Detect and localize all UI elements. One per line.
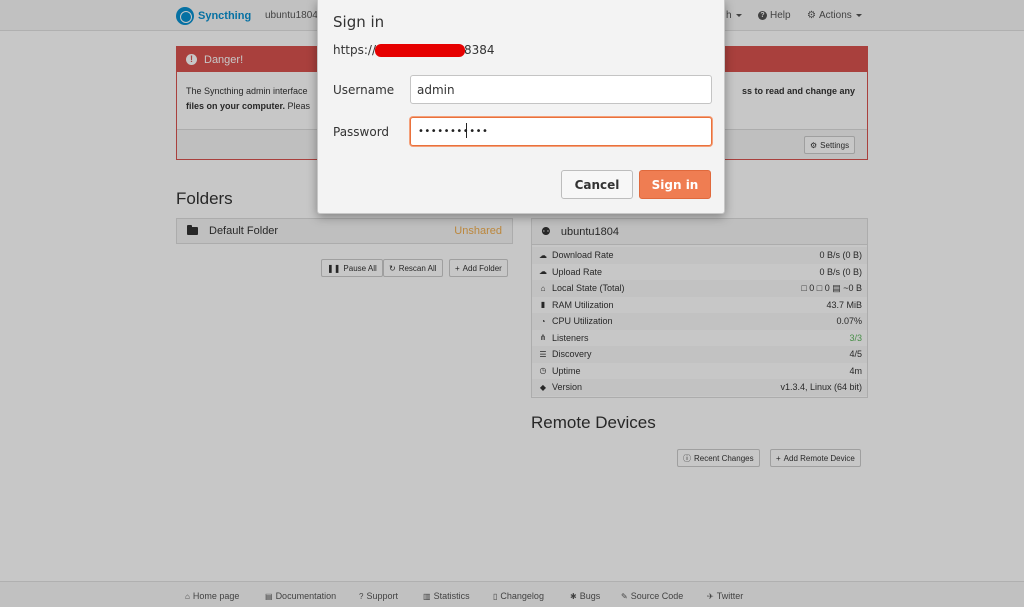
password-label: Password [333,125,390,139]
dialog-title: Sign in [333,13,385,31]
sign-in-button[interactable]: Sign in [639,170,711,199]
sign-in-dialog: Sign in https:// 8384 Username Password •… [317,0,725,214]
password-mask: ••••••••••• [418,126,489,137]
cancel-button[interactable]: Cancel [561,170,633,199]
redaction-mark [375,44,465,57]
username-field[interactable] [410,75,712,104]
text-cursor [466,123,467,138]
username-label: Username [333,83,395,97]
url-prefix: https:// [333,43,377,57]
url-suffix: 8384 [464,43,495,57]
